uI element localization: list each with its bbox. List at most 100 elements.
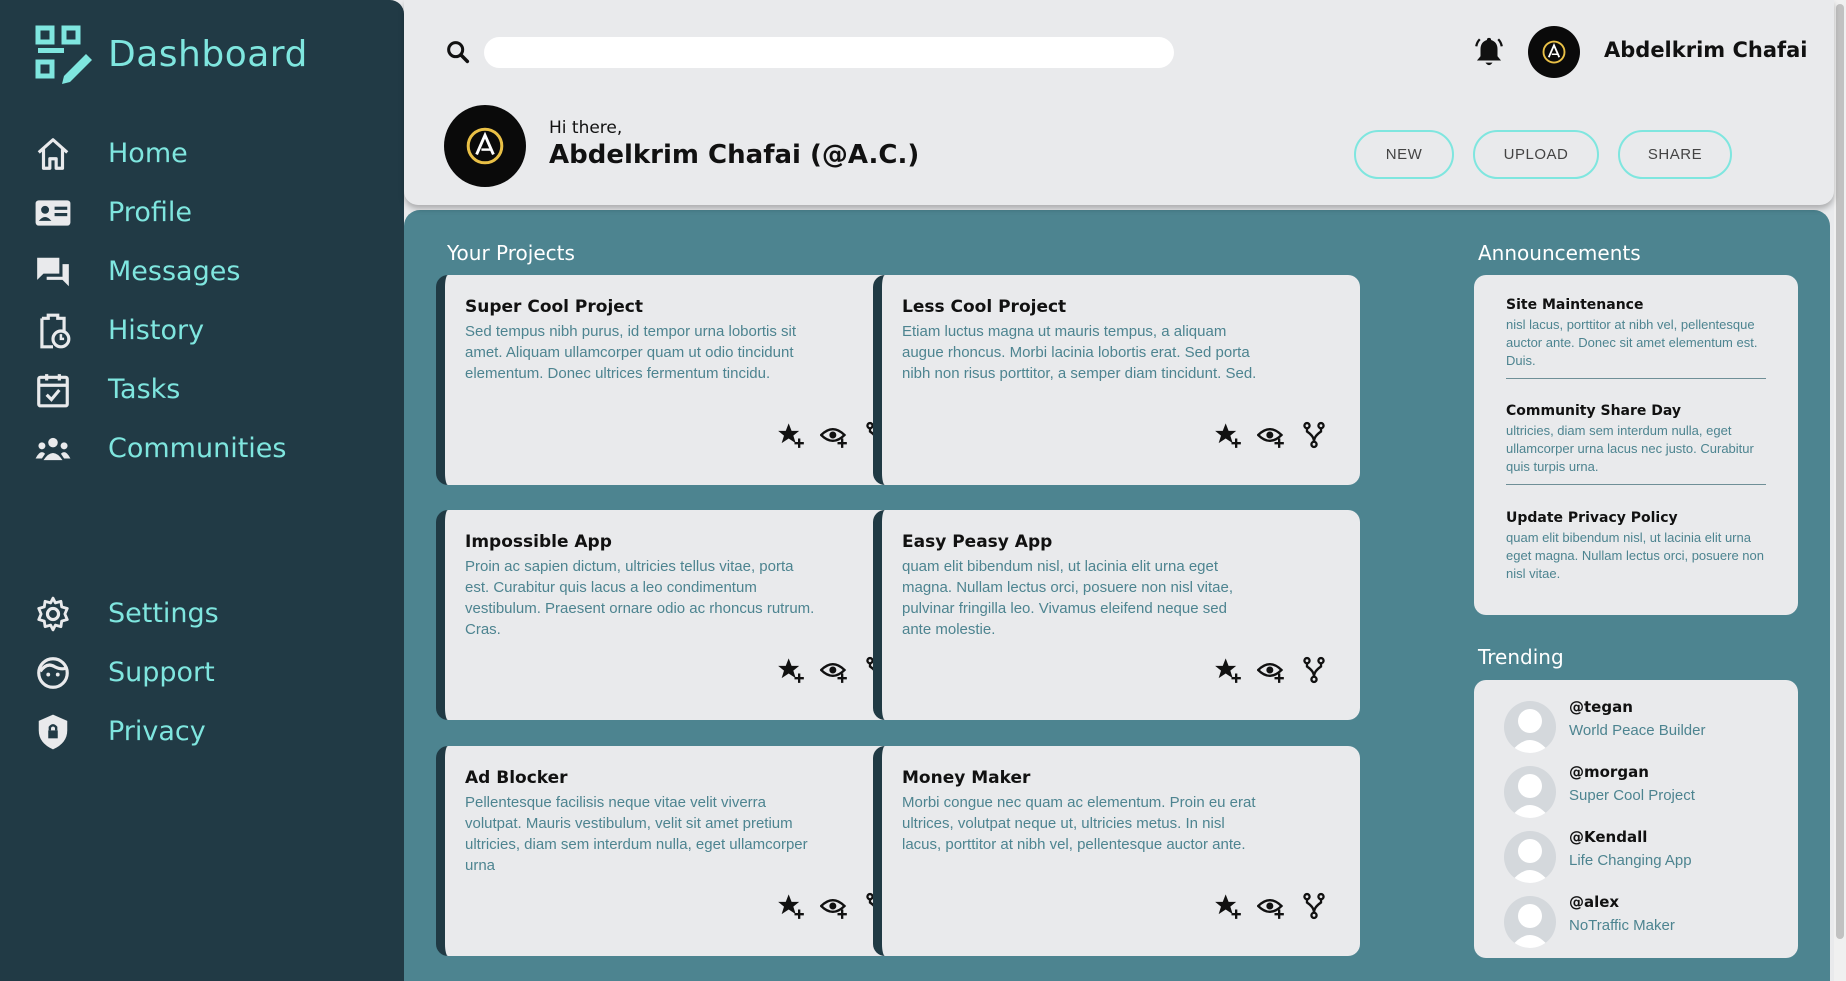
project-card[interactable]: Less Cool Project Etiam luctus magna ut … xyxy=(873,275,1360,485)
announcement-item[interactable]: Community Share Day ultricies, diam sem … xyxy=(1506,403,1766,476)
sidebar-item-messages[interactable]: Messages xyxy=(34,242,374,301)
nav-secondary: Settings Support Privacy xyxy=(34,584,374,761)
trending-title: Trending xyxy=(1478,645,1564,669)
sidebar-item-communities[interactable]: Communities xyxy=(34,419,374,478)
trending-project: NoTraffic Maker xyxy=(1569,917,1675,934)
greeting-name: Abdelkrim Chafai (@A.C.) xyxy=(549,140,920,170)
brand[interactable]: Dashboard xyxy=(34,24,308,84)
project-card[interactable]: Easy Peasy App quam elit bibendum nisl, … xyxy=(873,510,1360,720)
watch-add-icon[interactable] xyxy=(1257,892,1285,920)
person-silhouette-icon xyxy=(1510,904,1550,948)
user-logo-icon xyxy=(1542,40,1566,64)
watch-add-icon[interactable] xyxy=(1257,656,1285,684)
project-card[interactable]: Super Cool Project Sed tempus nibh purus… xyxy=(436,275,923,485)
project-card[interactable]: Impossible App Proin ac sapien dictum, u… xyxy=(436,510,923,720)
announcements-card: Site Maintenance nisl lacus, porttitor a… xyxy=(1474,275,1798,615)
header-user-name[interactable]: Abdelkrim Chafai xyxy=(1604,38,1808,62)
project-card[interactable]: Ad Blocker Pellentesque facilisis neque … xyxy=(436,746,923,956)
divider xyxy=(1506,484,1766,485)
announcement-item[interactable]: Update Privacy Policy quam elit bibendum… xyxy=(1506,510,1766,583)
support-face-icon xyxy=(37,656,69,689)
avatar[interactable] xyxy=(1528,26,1580,78)
trending-item[interactable]: @tegan World Peace Builder xyxy=(1504,698,1784,754)
fork-icon[interactable] xyxy=(1300,892,1328,920)
announcement-description: nisl lacus, porttitor at nibh vel, pelle… xyxy=(1506,317,1758,368)
avatar xyxy=(1504,701,1556,753)
bell-icon[interactable] xyxy=(1472,34,1506,70)
share-button[interactable]: SHARE xyxy=(1618,130,1732,179)
new-button[interactable]: NEW xyxy=(1354,130,1454,179)
projects-title: Your Projects xyxy=(447,241,575,265)
sidebar-item-label: Support xyxy=(108,657,215,688)
project-actions xyxy=(1214,892,1328,920)
project-title: Easy Peasy App xyxy=(902,532,1053,552)
trending-project: Life Changing App xyxy=(1569,852,1692,869)
project-card[interactable]: Money Maker Morbi congue nec quam ac ele… xyxy=(873,746,1360,956)
project-description: Sed tempus nibh purus, id tempor urna lo… xyxy=(465,323,797,382)
project-actions xyxy=(1214,421,1328,449)
avatar xyxy=(1504,831,1556,883)
star-add-icon[interactable] xyxy=(777,421,805,449)
star-add-icon[interactable] xyxy=(1214,892,1242,920)
star-add-icon[interactable] xyxy=(777,892,805,920)
trending-project: Super Cool Project xyxy=(1569,787,1695,804)
sidebar-item-label: Home xyxy=(108,138,188,169)
trending-project: World Peace Builder xyxy=(1569,722,1706,739)
brand-title: Dashboard xyxy=(108,33,308,75)
project-title: Super Cool Project xyxy=(465,297,644,317)
watch-add-icon[interactable] xyxy=(820,892,848,920)
user-logo-icon xyxy=(466,127,504,165)
person-silhouette-icon xyxy=(1510,839,1550,883)
avatar xyxy=(1504,896,1556,948)
watch-add-icon[interactable] xyxy=(820,421,848,449)
star-add-icon[interactable] xyxy=(777,656,805,684)
scrollbar[interactable] xyxy=(1834,0,1846,981)
project-title: Money Maker xyxy=(902,768,1031,788)
project-description: Pellentesque facilisis neque vitae velit… xyxy=(465,794,808,874)
fork-icon[interactable] xyxy=(1300,656,1328,684)
search-input[interactable] xyxy=(484,37,1174,68)
scrollbar-thumb[interactable] xyxy=(1836,4,1844,939)
calendar-check-icon xyxy=(37,373,69,407)
sidebar-item-tasks[interactable]: Tasks xyxy=(34,360,374,419)
home-icon xyxy=(37,137,69,170)
fork-icon[interactable] xyxy=(1300,421,1328,449)
sidebar-item-profile[interactable]: Profile xyxy=(34,183,374,242)
project-description: Proin ac sapien dictum, ultricies tellus… xyxy=(465,558,815,638)
divider xyxy=(1506,378,1766,379)
trending-item[interactable]: @alex NoTraffic Maker xyxy=(1504,893,1784,949)
announcements-title: Announcements xyxy=(1478,241,1641,265)
sidebar-item-label: Privacy xyxy=(108,716,206,747)
star-add-icon[interactable] xyxy=(1214,421,1242,449)
star-add-icon[interactable] xyxy=(1214,656,1242,684)
announcement-description: quam elit bibendum nisl, ut lacinia elit… xyxy=(1506,530,1764,581)
announcement-description: ultricies, diam sem interdum nulla, eget… xyxy=(1506,423,1754,474)
watch-add-icon[interactable] xyxy=(1257,421,1285,449)
greeting-text: Hi there, xyxy=(549,118,623,138)
sidebar-item-privacy[interactable]: Privacy xyxy=(34,702,374,761)
people-icon xyxy=(35,437,71,460)
trending-item[interactable]: @morgan Super Cool Project xyxy=(1504,763,1784,819)
sidebar-item-label: Tasks xyxy=(108,374,181,405)
trending-item[interactable]: @Kendall Life Changing App xyxy=(1504,828,1784,884)
shield-lock-icon xyxy=(38,714,68,749)
profile-avatar[interactable] xyxy=(444,105,526,187)
trending-user: @alex xyxy=(1569,893,1620,911)
project-actions xyxy=(1214,656,1328,684)
search-icon[interactable] xyxy=(444,38,472,66)
trending-card: @tegan World Peace Builder @morgan Super… xyxy=(1474,680,1798,958)
sidebar-item-label: Messages xyxy=(108,256,241,287)
trending-user: @morgan xyxy=(1569,763,1649,781)
announcement-item[interactable]: Site Maintenance nisl lacus, porttitor a… xyxy=(1506,297,1766,370)
nav-primary: Home Profile Messages History Tasks Comm… xyxy=(34,124,374,478)
sidebar: Dashboard Home Profile Messages History … xyxy=(0,0,404,981)
sidebar-item-home[interactable]: Home xyxy=(34,124,374,183)
trending-user: @tegan xyxy=(1569,698,1633,716)
watch-add-icon[interactable] xyxy=(820,656,848,684)
upload-button[interactable]: UPLOAD xyxy=(1473,130,1599,179)
sidebar-item-settings[interactable]: Settings xyxy=(34,584,374,643)
sidebar-item-support[interactable]: Support xyxy=(34,643,374,702)
person-silhouette-icon xyxy=(1510,709,1550,753)
project-description: quam elit bibendum nisl, ut lacinia elit… xyxy=(902,558,1233,638)
sidebar-item-history[interactable]: History xyxy=(34,301,374,360)
